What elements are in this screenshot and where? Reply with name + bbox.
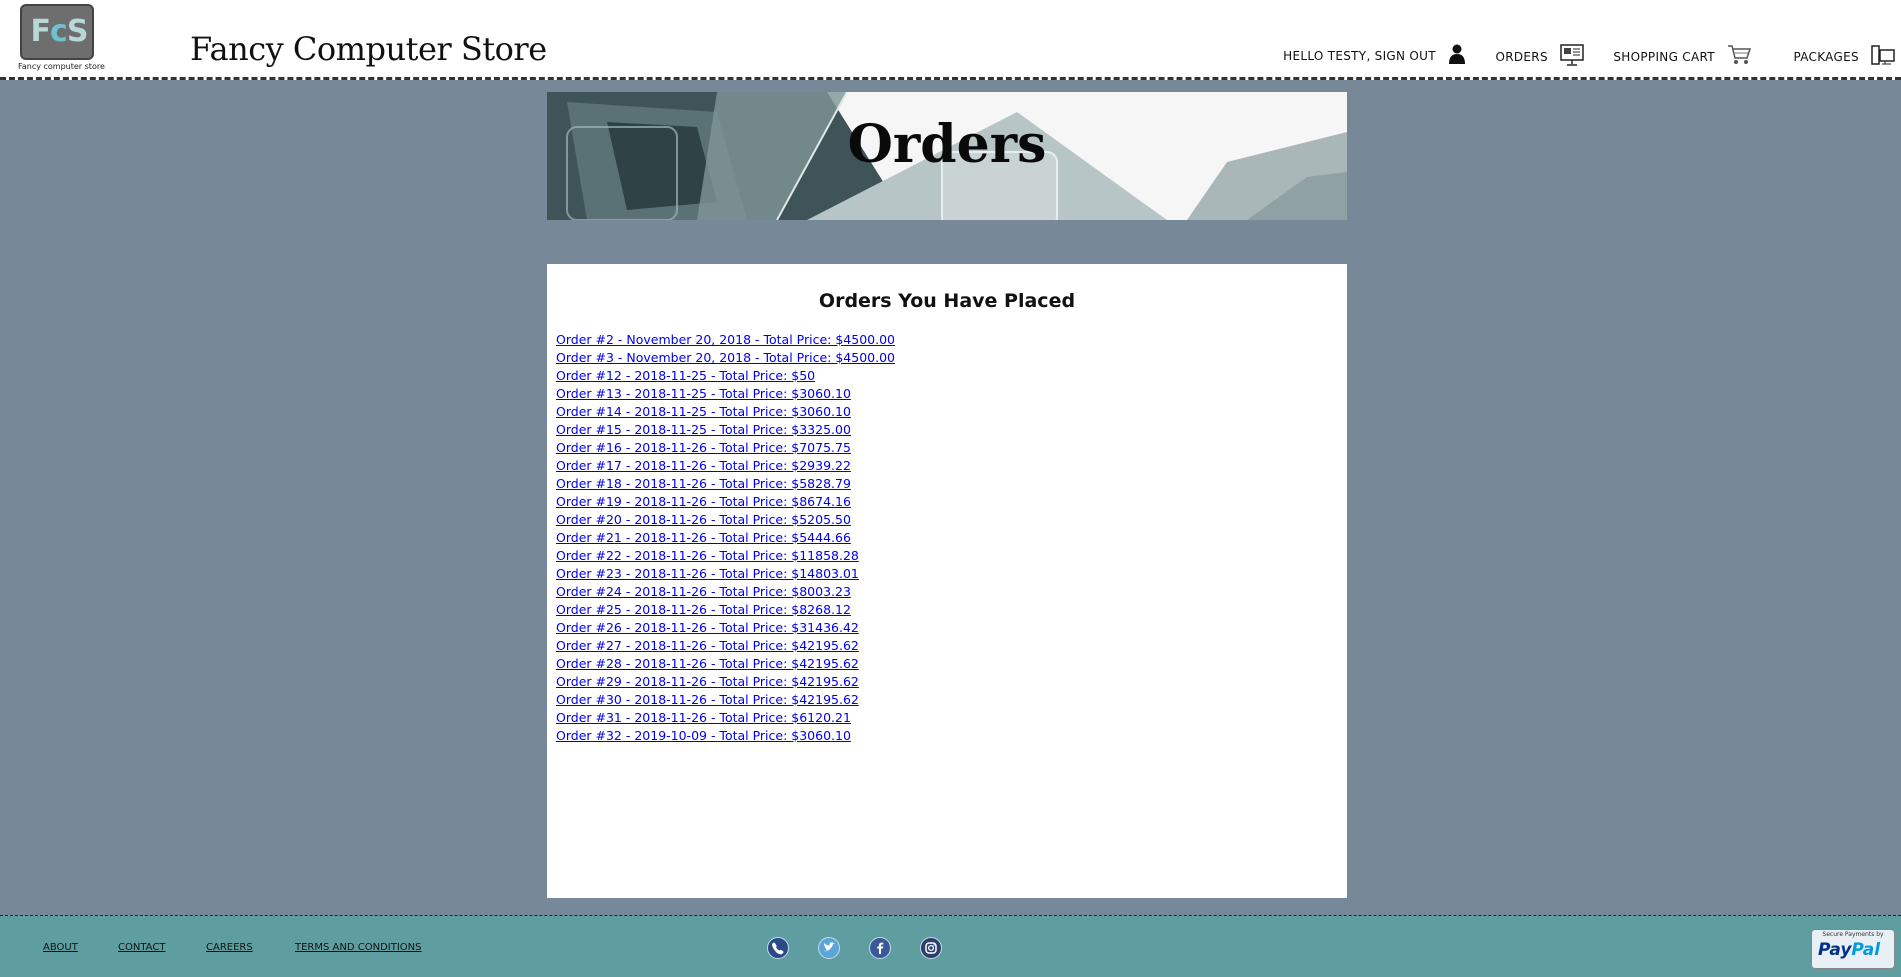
order-link[interactable]: Order #22 - 2018-11-26 - Total Price: $1… [556,548,859,563]
list-item: Order #20 - 2018-11-26 - Total Price: $5… [556,510,895,528]
list-item: Order #24 - 2018-11-26 - Total Price: $8… [556,582,895,600]
list-item: Order #16 - 2018-11-26 - Total Price: $7… [556,438,895,456]
list-item: Order #31 - 2018-11-26 - Total Price: $6… [556,708,895,726]
user-icon [1448,44,1466,67]
list-item: Order #2 - November 20, 2018 - Total Pri… [556,330,895,348]
footer-link-contact[interactable]: Contact [118,942,165,953]
order-link[interactable]: Order #14 - 2018-11-25 - Total Price: $3… [556,404,851,419]
list-item: Order #3 - November 20, 2018 - Total Pri… [556,348,895,366]
banner-title: Orders [847,114,1047,175]
order-link[interactable]: Order #30 - 2018-11-26 - Total Price: $4… [556,692,859,707]
order-link[interactable]: Order #13 - 2018-11-25 - Total Price: $3… [556,386,851,401]
order-link[interactable]: Order #19 - 2018-11-26 - Total Price: $8… [556,494,851,509]
nav-cart-label: Shopping Cart [1613,49,1715,64]
logo-mark: FcS [30,14,89,49]
cart-icon [1727,44,1752,69]
order-link[interactable]: Order #16 - 2018-11-26 - Total Price: $7… [556,440,851,455]
order-link[interactable]: Order #29 - 2018-11-26 - Total Price: $4… [556,674,859,689]
list-item: Order #30 - 2018-11-26 - Total Price: $4… [556,690,895,708]
order-link[interactable]: Order #24 - 2018-11-26 - Total Price: $8… [556,584,851,599]
order-link[interactable]: Order #25 - 2018-11-26 - Total Price: $8… [556,602,851,617]
list-item: Order #19 - 2018-11-26 - Total Price: $8… [556,492,895,510]
nav-packages[interactable]: Packages [1793,44,1895,74]
list-item: Order #18 - 2018-11-26 - Total Price: $5… [556,474,895,492]
list-item: Order #26 - 2018-11-26 - Total Price: $3… [556,618,895,636]
order-link[interactable]: Order #31 - 2018-11-26 - Total Price: $6… [556,710,851,725]
order-link[interactable]: Order #28 - 2018-11-26 - Total Price: $4… [556,656,859,671]
site-footer: About Contact Careers Terms and Conditio… [0,915,1901,977]
order-link[interactable]: Order #18 - 2018-11-26 - Total Price: $5… [556,476,851,491]
order-link[interactable]: Order #21 - 2018-11-26 - Total Price: $5… [556,530,851,545]
paypal-badge[interactable]: Secure Payments by PayPal [1811,929,1895,969]
nav-orders[interactable]: Orders [1496,44,1585,74]
list-item: Order #13 - 2018-11-25 - Total Price: $3… [556,384,895,402]
store-title[interactable]: Fancy Computer Store [190,30,547,68]
order-link[interactable]: Order #26 - 2018-11-26 - Total Price: $3… [556,620,859,635]
list-item: Order #15 - 2018-11-25 - Total Price: $3… [556,420,895,438]
nav-packages-label: Packages [1793,49,1859,64]
packages-icon [1871,44,1895,69]
list-item: Order #32 - 2019-10-09 - Total Price: $3… [556,726,895,744]
order-link[interactable]: Order #32 - 2019-10-09 - Total Price: $3… [556,728,851,743]
store-logo[interactable]: FcS Fancy computer store [18,4,105,74]
page-banner: Orders [547,92,1347,220]
order-link[interactable]: Order #15 - 2018-11-25 - Total Price: $3… [556,422,851,437]
logo-caption: Fancy computer store [18,62,105,71]
list-item: Order #12 - 2018-11-25 - Total Price: $5… [556,366,895,384]
logo-monitor: FcS [20,4,94,60]
order-link[interactable]: Order #23 - 2018-11-26 - Total Price: $1… [556,566,859,581]
paypal-logo: PayPal [1818,940,1881,960]
list-item: Order #22 - 2018-11-26 - Total Price: $1… [556,546,895,564]
list-item: Order #21 - 2018-11-26 - Total Price: $5… [556,528,895,546]
instagram-icon[interactable] [920,937,942,959]
nav-shopping-cart[interactable]: Shopping Cart [1613,44,1752,74]
page-title: Orders You Have Placed [818,290,1076,312]
order-link[interactable]: Order #17 - 2018-11-26 - Total Price: $2… [556,458,851,473]
facebook-icon[interactable] [869,937,891,959]
orders-icon [1560,44,1584,69]
nav-sign-out[interactable]: Hello Testy, Sign Out [1283,44,1466,74]
footer-link-careers[interactable]: Careers [206,942,253,953]
nav-orders-label: Orders [1495,49,1548,64]
list-item: Order #25 - 2018-11-26 - Total Price: $8… [556,600,895,618]
order-list: Order #2 - November 20, 2018 - Total Pri… [556,330,895,744]
paypal-caption: Secure Payments by [1822,931,1884,938]
list-item: Order #29 - 2018-11-26 - Total Price: $4… [556,672,895,690]
footer-link-terms[interactable]: Terms and Conditions [295,942,421,953]
list-item: Order #17 - 2018-11-26 - Total Price: $2… [556,456,895,474]
order-link[interactable]: Order #12 - 2018-11-25 - Total Price: $5… [556,368,815,383]
orders-panel: Orders You Have Placed Order #2 - Novemb… [547,264,1347,898]
list-item: Order #27 - 2018-11-26 - Total Price: $4… [556,636,895,654]
order-link[interactable]: Order #20 - 2018-11-26 - Total Price: $5… [556,512,851,527]
footer-link-about[interactable]: About [43,942,78,953]
phone-icon[interactable] [767,937,789,959]
list-item: Order #14 - 2018-11-25 - Total Price: $3… [556,402,895,420]
site-header: FcS Fancy computer store Fancy Computer … [0,0,1901,80]
list-item: Order #28 - 2018-11-26 - Total Price: $4… [556,654,895,672]
twitter-icon[interactable] [818,937,840,959]
order-link[interactable]: Order #2 - November 20, 2018 - Total Pri… [556,332,895,347]
order-link[interactable]: Order #3 - November 20, 2018 - Total Pri… [556,350,895,365]
nav-sign-out-label: Hello Testy, Sign Out [1283,48,1436,63]
list-item: Order #23 - 2018-11-26 - Total Price: $1… [556,564,895,582]
order-link[interactable]: Order #27 - 2018-11-26 - Total Price: $4… [556,638,859,653]
